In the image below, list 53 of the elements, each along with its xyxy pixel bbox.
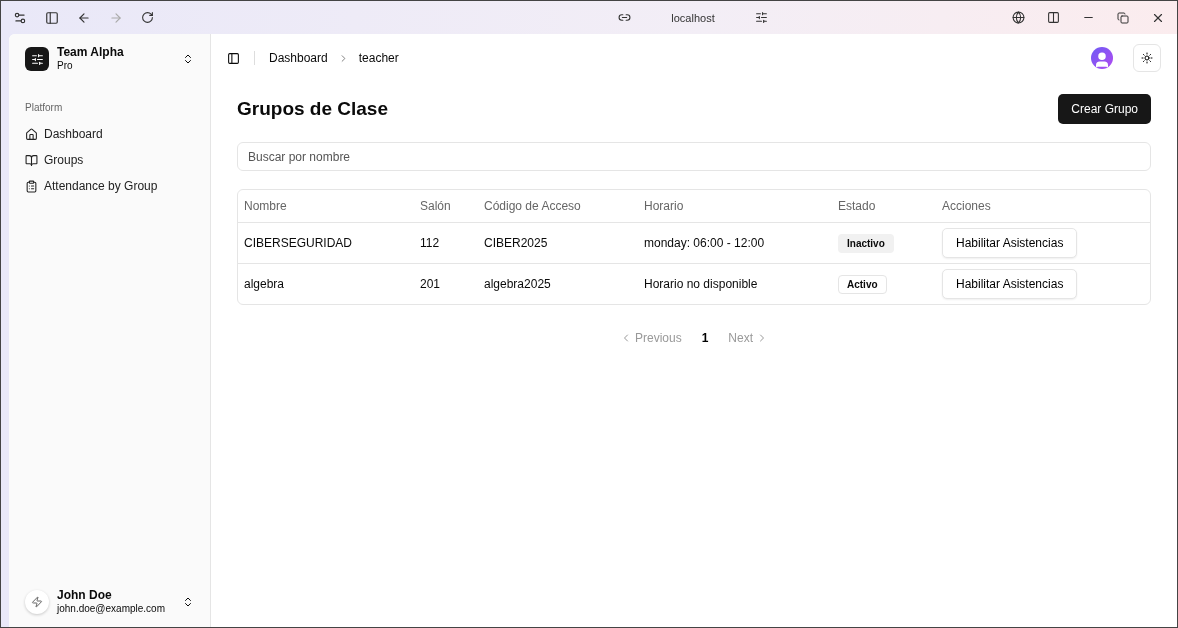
user-email: john.doe@example.com: [57, 602, 166, 615]
create-group-button[interactable]: Crear Grupo: [1058, 94, 1151, 124]
table-cell-text: monday: 06:00 - 12:00: [644, 236, 766, 250]
home-icon: [25, 127, 38, 141]
table-cell-text: Horario no disponible: [644, 277, 759, 291]
status-badge: Activo: [838, 274, 887, 294]
team-name: Team Alpha: [57, 46, 125, 59]
column-header: Estado: [838, 199, 877, 213]
enable-attendance-button[interactable]: Habilitar Asistencias: [942, 269, 1078, 299]
chevrons-icon: [182, 596, 194, 608]
breadcrumb-item[interactable]: Dashboard: [269, 51, 328, 65]
restore-icon[interactable]: [1117, 11, 1129, 24]
globe-icon[interactable]: [1012, 11, 1025, 24]
address-bar[interactable]: localhost: [671, 11, 715, 24]
split-view-icon[interactable]: [1047, 11, 1060, 24]
sliders-icon[interactable]: [754, 11, 768, 24]
column-header: Acciones: [942, 199, 992, 213]
table-cell-text: algebra2025: [484, 277, 552, 291]
section-label: Platform: [24, 101, 64, 115]
theme-toggle-button[interactable]: [1133, 44, 1161, 72]
status-badge: Inactivo: [838, 233, 894, 253]
clipboard-icon: [25, 179, 38, 193]
table-cell-text: CIBER2025: [484, 236, 549, 250]
table-cell-text: CIBERSEGURIDAD: [244, 236, 354, 250]
back-icon[interactable]: [77, 10, 91, 25]
avatar-icon[interactable]: [1091, 47, 1113, 69]
sidebar-icon[interactable]: [45, 10, 59, 25]
breadcrumb-item: teacher: [358, 51, 399, 65]
search-field[interactable]: Buscar por nombre: [237, 142, 1151, 171]
sidebar-toggle-icon[interactable]: [227, 51, 240, 65]
link-icon[interactable]: [618, 11, 632, 24]
column-header: Código de Acceso: [484, 199, 582, 213]
user-name: John Doe: [57, 589, 113, 602]
team-switcher[interactable]: Team Alpha Pro: [17, 42, 202, 76]
column-header: Horario: [644, 199, 685, 213]
sidebar-item[interactable]: Attendance by Group: [17, 173, 202, 199]
team-plan: Pro: [57, 59, 74, 72]
table-cell-text: 112: [420, 236, 441, 250]
page-title: Grupos de Clase: [237, 98, 388, 120]
user-menu[interactable]: John Doe john.doe@example.com: [17, 585, 202, 619]
column-header: Nombre: [244, 199, 288, 213]
table-cell-text: 201: [420, 277, 442, 291]
enable-attendance-button[interactable]: Habilitar Asistencias: [942, 228, 1078, 258]
page-link[interactable]: 1: [701, 331, 709, 345]
sidebar-item[interactable]: Groups: [17, 147, 202, 173]
book-icon: [25, 153, 38, 167]
column-header: Salón: [420, 199, 452, 213]
reload-icon[interactable]: [141, 11, 154, 24]
table-cell-text: algebra: [244, 277, 286, 291]
sidebar-item[interactable]: Dashboard: [17, 121, 202, 147]
chevrons-icon: [182, 53, 194, 65]
sun-icon: [1141, 52, 1153, 64]
team-logo-icon: [25, 47, 49, 71]
